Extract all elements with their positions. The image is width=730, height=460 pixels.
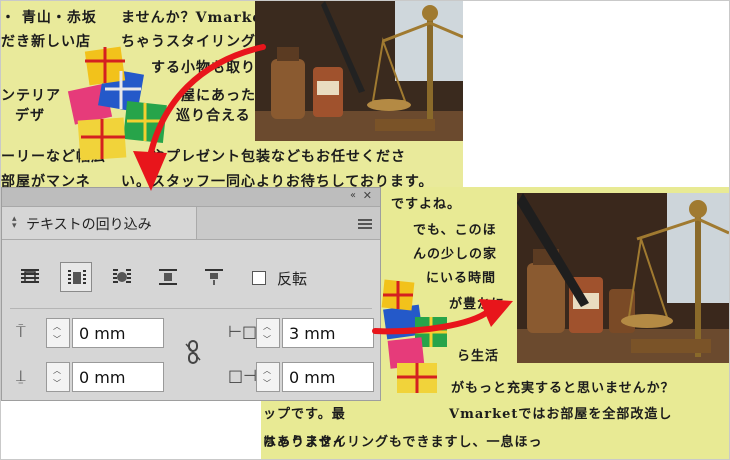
left-offset-stepper[interactable]: ︿ ﹀ (256, 318, 280, 348)
wrap-bounding-box-button[interactable] (60, 262, 92, 292)
tab-text-wrap[interactable]: ▴ ▾ テキストの回り込み (2, 207, 197, 239)
bottom-offset-input[interactable]: 0 mm (72, 362, 164, 392)
gift-boxes-image (379, 277, 451, 397)
right-offset-icon: □⊣ (228, 366, 258, 385)
invert-checkbox[interactable] (252, 271, 266, 285)
top-offset-stepper[interactable]: ︿ ﹀ (46, 318, 70, 348)
document-before: ・ 青山・赤坂 だき新しい店 ンテリア デザ ーリーなど幅広 部屋がマンネ ませ… (1, 1, 463, 193)
bottom-offset-stepper[interactable]: ︿ ﹀ (46, 362, 70, 392)
no-wrap-button[interactable] (14, 262, 46, 292)
text-line: デザ (15, 108, 45, 124)
close-icon[interactable]: ✕ (363, 189, 372, 202)
tab-expand-icon[interactable]: ▴ ▾ (12, 215, 17, 231)
collapse-icon[interactable]: ‹‹ (350, 190, 356, 201)
text-line: ませんか？Vmarket (121, 10, 270, 26)
text-line: ・ 青山・赤坂 (1, 10, 97, 26)
text-line: でも、このほ (413, 223, 497, 238)
text-line: がもっと充実すると思いませんか？ (451, 381, 675, 396)
right-offset-stepper[interactable]: ︿ ﹀ (256, 362, 280, 392)
text-line: が豊かに (449, 297, 506, 312)
top-offset-input[interactable]: 0 mm (72, 318, 164, 348)
panel-divider (10, 308, 372, 309)
jump-object-icon (159, 269, 177, 285)
panel-titlebar[interactable]: ‹‹ ✕ (2, 188, 380, 207)
text-line: 巡り合える (176, 108, 251, 124)
text-line: 屋にあった (181, 88, 256, 104)
wrap-object-shape-icon (113, 269, 131, 283)
text-line: ら生活 (457, 349, 500, 364)
no-wrap-icon (21, 269, 39, 283)
jump-to-next-column-button[interactable] (198, 262, 230, 292)
text-line: んの少しの家 (413, 247, 498, 262)
jump-to-next-column-icon (205, 269, 223, 285)
jump-object-button[interactable] (152, 262, 184, 292)
left-offset-input[interactable]: 3 mm (282, 318, 374, 348)
wrap-bounding-box-icon (68, 270, 86, 284)
top-offset-icon: ⍑ (16, 322, 26, 341)
link-offsets-icon[interactable] (184, 340, 202, 364)
bottom-offset-icon: ⍊ (16, 366, 26, 385)
text-line: やプレゼント包装などもお任せくださ (151, 149, 406, 165)
text-line: ですよね。 (391, 197, 462, 212)
antique-photo (255, 1, 463, 141)
panel-menu-icon[interactable] (358, 219, 372, 229)
text-wrap-panel: ‹‹ ✕ ▴ ▾ テキストの回り込み 反転 ⍑ ︿ ﹀ 0 mm ⍊ ︿ ﹀ 0… (1, 187, 381, 401)
tab-label: テキストの回り込み (26, 217, 152, 233)
wrap-object-shape-button[interactable] (106, 262, 138, 292)
antique-photo (517, 193, 729, 363)
screenshot-frame: ・ 青山・赤坂 だき新しい店 ンテリア デザ ーリーなど幅広 部屋がマンネ ませ… (0, 0, 730, 460)
invert-label: 反転 (277, 270, 308, 288)
text-line: ップです。最 (263, 407, 346, 422)
text-line: Vmarketではお部屋を全部改造し (449, 407, 673, 422)
panel-tab-row: ▴ ▾ テキストの回り込み (2, 207, 380, 240)
right-offset-input[interactable]: 0 mm (282, 362, 374, 392)
left-offset-icon: ⊢□ (228, 322, 258, 341)
text-line: はありません (263, 435, 347, 450)
gift-boxes-image (45, 41, 185, 165)
